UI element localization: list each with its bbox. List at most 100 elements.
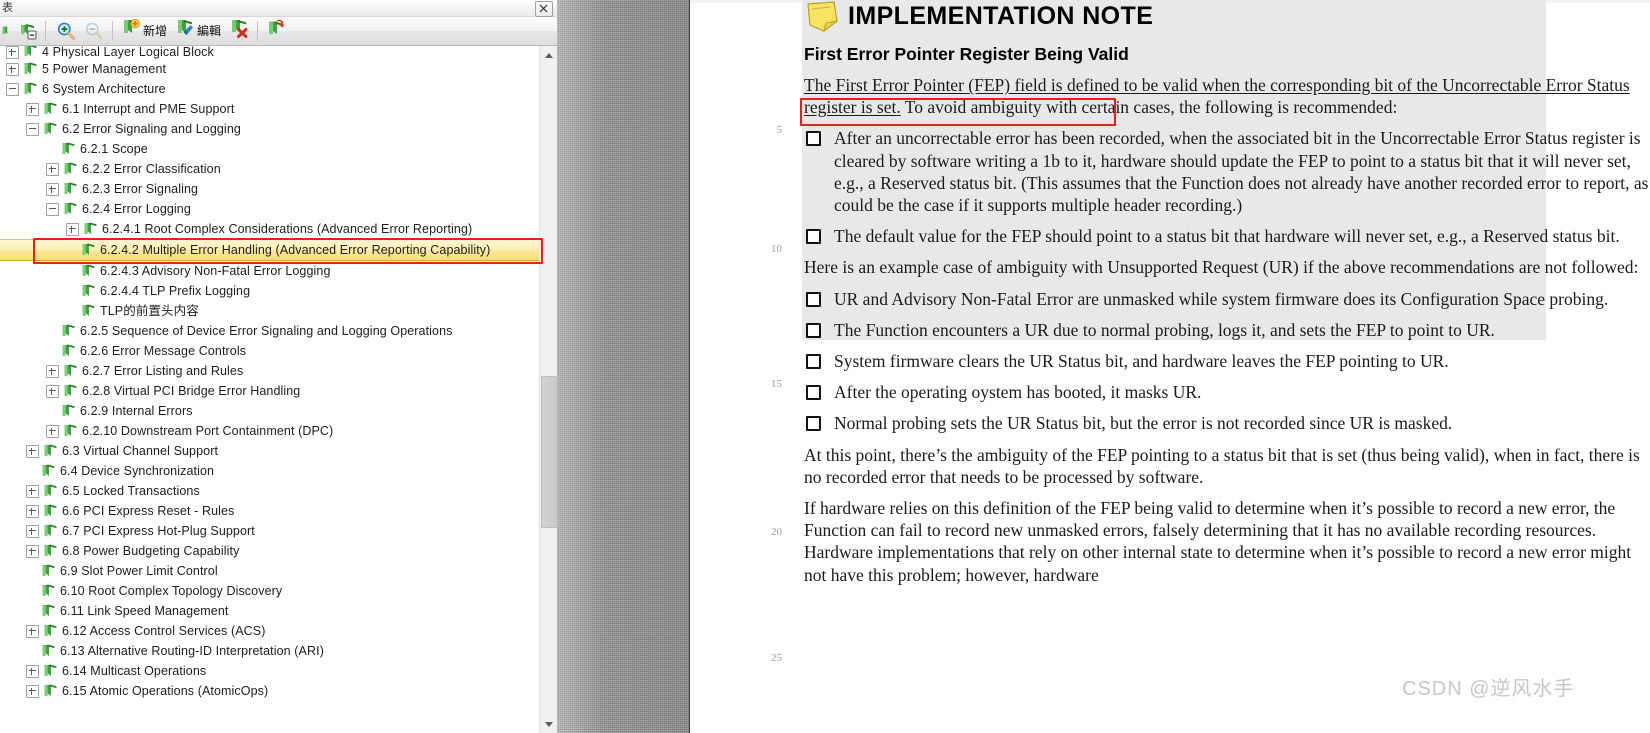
tree-item[interactable]: 6.2.6 Error Message Controls bbox=[0, 341, 539, 361]
tree-item[interactable]: 6.10 Root Complex Topology Discovery bbox=[0, 581, 539, 601]
expand-icon[interactable] bbox=[46, 364, 59, 378]
tree-item-label: 6.2.4.4 TLP Prefix Logging bbox=[100, 284, 251, 298]
tree-item[interactable]: 6.1 Interrupt and PME Support bbox=[0, 99, 539, 119]
tree-item-label: 6.2.6 Error Message Controls bbox=[80, 344, 247, 358]
toolbar-separator bbox=[45, 21, 46, 41]
scroll-down-icon[interactable] bbox=[540, 716, 557, 733]
tree-item-label: 6.2.4.2 Multiple Error Handling (Advance… bbox=[100, 243, 491, 257]
tree-item[interactable]: 6.12 Access Control Services (ACS) bbox=[0, 621, 539, 641]
tree-item-label: 6.2.8 Virtual PCI Bridge Error Handling bbox=[82, 384, 301, 398]
bullet-item: The Function encounters a UR due to norm… bbox=[802, 319, 1650, 341]
tree-item[interactable]: 6.9 Slot Power Limit Control bbox=[0, 561, 539, 581]
goto-bookmark-button[interactable] bbox=[262, 17, 290, 45]
collapse-icon[interactable] bbox=[46, 202, 59, 216]
expand-icon[interactable] bbox=[46, 424, 59, 438]
bookmark-icon bbox=[40, 603, 56, 619]
close-icon[interactable] bbox=[535, 1, 553, 17]
bookmark-icon bbox=[42, 523, 58, 539]
expand-icon[interactable] bbox=[46, 162, 59, 176]
tree-item[interactable]: 6.2.4.3 Advisory Non-Fatal Error Logging bbox=[0, 261, 539, 281]
expand-icon[interactable] bbox=[46, 182, 59, 196]
at-this-point-paragraph: At this point, there’s the ambiguity of … bbox=[804, 444, 1640, 487]
application-window: 表 新增 編輯 4 Physical Layer Logical Block 5… bbox=[0, 0, 1650, 733]
expand-icon[interactable] bbox=[26, 102, 39, 116]
note-intro-rest: To avoid ambiguity with certain cases, t… bbox=[900, 97, 1398, 118]
expand-icon[interactable] bbox=[6, 62, 19, 76]
bookmark-list-icon[interactable] bbox=[0, 17, 15, 45]
tree-item[interactable]: 6.2 Error Signaling and Logging bbox=[0, 119, 539, 139]
bookmark-icon bbox=[82, 221, 98, 237]
expand-icon[interactable] bbox=[26, 684, 39, 698]
note-pencil-icon bbox=[804, 1, 844, 35]
expand-icon[interactable] bbox=[26, 484, 39, 498]
expand-icon[interactable] bbox=[66, 222, 79, 236]
tree-item-label: 6 System Architecture bbox=[42, 82, 166, 96]
tree-item[interactable]: 6.2.5 Sequence of Device Error Signaling… bbox=[0, 321, 539, 341]
tree-item[interactable]: 4 Physical Layer Logical Block bbox=[0, 46, 539, 59]
tree-item[interactable]: 6.2.10 Downstream Port Containment (DPC) bbox=[0, 421, 539, 441]
bullet-square-icon bbox=[806, 385, 821, 401]
tree-item[interactable]: 6 System Architecture bbox=[0, 79, 539, 99]
tree-item-label: 6.2.4 Error Logging bbox=[82, 202, 191, 216]
tree-item[interactable]: 6.2.7 Error Listing and Rules bbox=[0, 361, 539, 381]
bookmark-icon bbox=[42, 121, 58, 137]
tree-item[interactable]: 6.5 Locked Transactions bbox=[0, 481, 539, 501]
tree-item[interactable]: 6.13 Alternative Routing-ID Interpretati… bbox=[0, 641, 539, 661]
bookmark-icon bbox=[22, 61, 38, 77]
tree-item[interactable]: 6.2.8 Virtual PCI Bridge Error Handling bbox=[0, 381, 539, 401]
tree-item[interactable]: 6.2.4 Error Logging bbox=[0, 199, 539, 219]
tree-item-selected[interactable]: 6.2.4.2 Multiple Error Handling (Advance… bbox=[0, 239, 539, 261]
expand-icon[interactable] bbox=[26, 624, 39, 638]
line-number: 10 bbox=[771, 243, 782, 255]
expand-icon[interactable] bbox=[26, 544, 39, 558]
add-bookmark-button[interactable]: 新增 bbox=[117, 17, 171, 45]
tree-item[interactable]: 6.6 PCI Express Reset - Rules bbox=[0, 501, 539, 521]
bookmark-collapse-icon[interactable] bbox=[15, 17, 41, 45]
tree-item[interactable]: 6.14 Multicast Operations bbox=[0, 661, 539, 681]
tree-item[interactable]: 6.2.3 Error Signaling bbox=[0, 179, 539, 199]
tree-item[interactable]: 6.2.2 Error Classification bbox=[0, 159, 539, 179]
tree-item[interactable]: 6.2.4.1 Root Complex Considerations (Adv… bbox=[0, 219, 539, 239]
expand-icon[interactable] bbox=[46, 384, 59, 398]
scroll-up-icon[interactable] bbox=[540, 46, 557, 63]
delete-bookmark-button[interactable] bbox=[225, 17, 253, 45]
bookmark-add-icon bbox=[121, 18, 141, 43]
collapse-icon[interactable] bbox=[26, 122, 39, 136]
expand-icon[interactable] bbox=[6, 46, 19, 59]
bookmark-icon bbox=[62, 363, 78, 379]
scrollbar-thumb[interactable] bbox=[541, 376, 557, 528]
tree-item[interactable]: 6.15 Atomic Operations (AtomicOps) bbox=[0, 681, 539, 701]
tree-item[interactable]: TLP的前置头内容 bbox=[0, 301, 539, 321]
expand-icon[interactable] bbox=[26, 524, 39, 538]
expand-icon[interactable] bbox=[26, 664, 39, 678]
collapse-icon[interactable] bbox=[6, 82, 19, 96]
tree-item[interactable]: 6.4 Device Synchronization bbox=[0, 461, 539, 481]
tree-item[interactable]: 6.7 PCI Express Hot-Plug Support bbox=[0, 521, 539, 541]
bookmark-icon bbox=[60, 323, 76, 339]
bookmark-icon bbox=[42, 663, 58, 679]
expand-icon[interactable] bbox=[26, 444, 39, 458]
tree-item[interactable]: 6.8 Power Budgeting Capability bbox=[0, 541, 539, 561]
zoom-in-icon[interactable] bbox=[52, 17, 80, 45]
tree-item[interactable]: 6.2.1 Scope bbox=[0, 139, 539, 159]
zoom-out-icon[interactable] bbox=[80, 17, 108, 45]
expand-icon[interactable] bbox=[26, 504, 39, 518]
line-number: 5 bbox=[776, 124, 783, 136]
tree-item[interactable]: 6.2.9 Internal Errors bbox=[0, 401, 539, 421]
edit-bookmark-label: 編輯 bbox=[197, 24, 222, 38]
bookmark-tree[interactable]: 4 Physical Layer Logical Block 5 Power Ma… bbox=[0, 46, 539, 733]
note-header: IMPLEMENTATION NOTE bbox=[802, 0, 1650, 42]
bookmark-icon bbox=[80, 263, 96, 279]
tree-item[interactable]: 6.11 Link Speed Management bbox=[0, 601, 539, 621]
tree-item[interactable]: 6.2.4.4 TLP Prefix Logging bbox=[0, 281, 539, 301]
bookmark-icon bbox=[62, 181, 78, 197]
tree-item[interactable]: 6.3 Virtual Channel Support bbox=[0, 441, 539, 461]
tree-scrollbar[interactable] bbox=[539, 46, 557, 733]
tree-item[interactable]: 5 Power Management bbox=[0, 59, 539, 79]
toolbar-separator-3 bbox=[257, 21, 259, 41]
edit-bookmark-button[interactable]: 編輯 bbox=[171, 17, 225, 45]
